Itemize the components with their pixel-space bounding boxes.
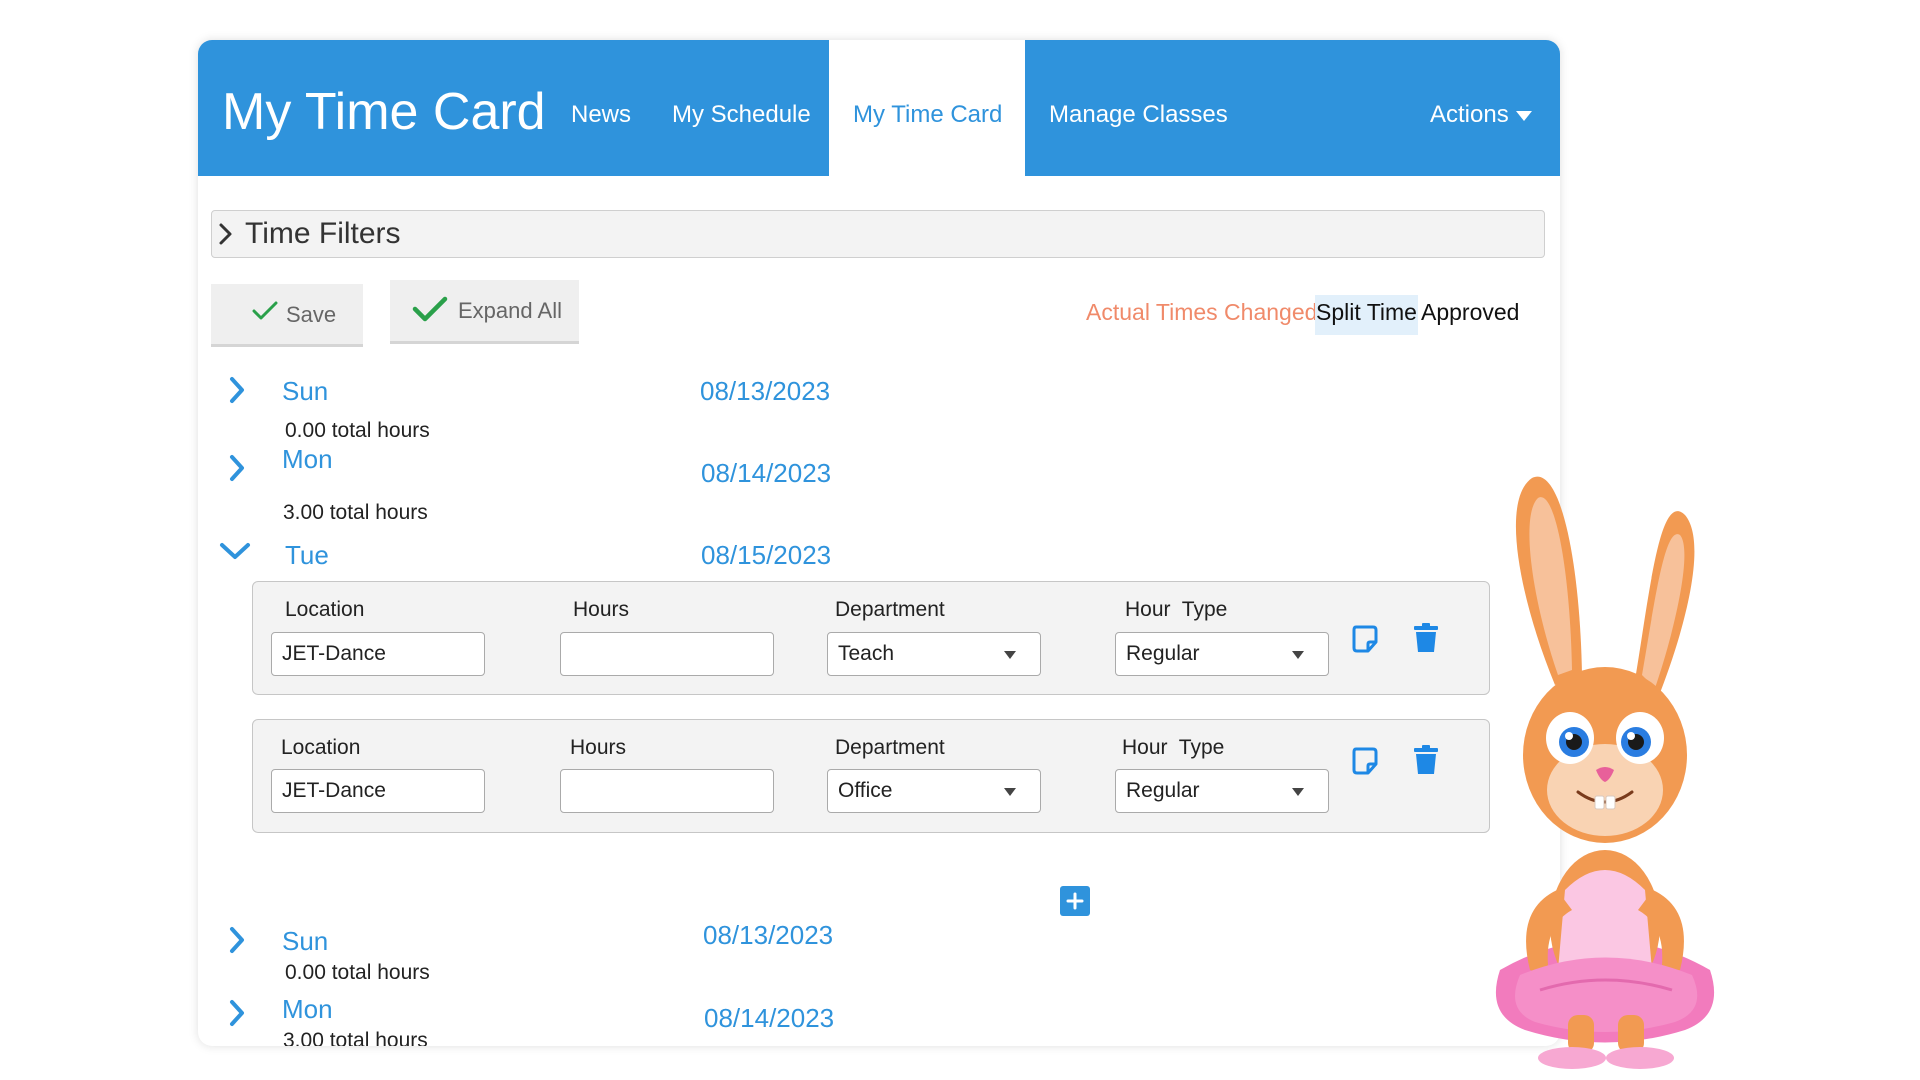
nav-news[interactable]: News — [571, 100, 631, 130]
app-header: My Time Card News My Schedule My Time Ca… — [198, 40, 1560, 176]
day-name: Mon — [282, 444, 333, 474]
check-icon — [412, 296, 448, 322]
department-label: Department — [835, 598, 945, 621]
bunny-mascot-illustration — [1495, 476, 1715, 1069]
page-title: My Time Card — [222, 83, 546, 141]
add-entry-button[interactable] — [1060, 886, 1090, 916]
hour-type-value: Regular — [1126, 642, 1200, 665]
department-value: Office — [838, 779, 893, 802]
time-entry-row: Location Hours Department Hour Type JET-… — [252, 719, 1490, 833]
legend-actual-times-changed: Actual Times Changed — [1086, 299, 1318, 325]
caret-down-icon — [1004, 651, 1016, 659]
chevron-right-icon[interactable] — [226, 998, 248, 1028]
hours-field[interactable] — [560, 769, 774, 813]
day-date: 08/14/2023 — [704, 1003, 835, 1033]
hour-type-label: Hour Type — [1125, 598, 1228, 621]
day-name: Sun — [282, 926, 329, 956]
time-filters-toggle[interactable]: Time Filters — [211, 210, 1545, 258]
location-label: Location — [285, 598, 365, 621]
day-total-hours: 0.00 total hours — [285, 419, 430, 442]
location-field[interactable]: JET-Dance — [271, 769, 485, 813]
caret-down-icon — [1515, 110, 1532, 121]
day-total-hours: 3.00 total hours — [283, 501, 428, 524]
hours-field[interactable] — [560, 632, 774, 676]
department-select[interactable]: Teach — [827, 632, 1041, 676]
plus-icon — [1066, 892, 1084, 910]
day-total-hours: 0.00 total hours — [285, 961, 430, 984]
location-label: Location — [281, 736, 361, 759]
hour-type-select[interactable]: Regular — [1115, 632, 1329, 676]
hour-type-value: Regular — [1126, 779, 1200, 802]
hour-type-label: Hour Type — [1122, 736, 1225, 759]
department-label: Department — [835, 736, 945, 759]
nav-my-time-card-label: My Time Card — [853, 101, 1003, 128]
day-date: 08/13/2023 — [700, 376, 831, 406]
day-date: 08/15/2023 — [701, 540, 832, 570]
nav-manage-classes[interactable]: Manage Classes — [1049, 100, 1228, 130]
caret-down-icon — [1292, 788, 1304, 796]
day-date: 08/14/2023 — [701, 458, 832, 488]
day-name: Mon — [282, 994, 333, 1024]
chevron-right-icon — [219, 223, 232, 245]
location-field[interactable]: JET-Dance — [271, 632, 485, 676]
legend-approved: Approved — [1421, 299, 1520, 325]
department-select[interactable]: Office — [827, 769, 1041, 813]
day-name: Tue — [285, 540, 329, 570]
trash-icon[interactable] — [1413, 744, 1439, 776]
legend-split-time: Split Time — [1315, 295, 1418, 335]
caret-down-icon — [1004, 788, 1016, 796]
save-label: Save — [286, 302, 337, 327]
chevron-down-icon[interactable] — [218, 540, 252, 562]
day-date: 08/13/2023 — [703, 920, 834, 950]
day-total-hours: 3.00 total hours — [283, 1029, 428, 1046]
time-entry-row: Location Hours Department Hour Type JET-… — [252, 581, 1490, 695]
hour-type-select[interactable]: Regular — [1115, 769, 1329, 813]
trash-icon[interactable] — [1413, 622, 1439, 654]
chevron-right-icon[interactable] — [226, 375, 248, 405]
expand-all-label: Expand All — [458, 298, 562, 323]
actions-label: Actions — [1430, 101, 1509, 128]
chevron-right-icon[interactable] — [226, 925, 248, 955]
department-value: Teach — [838, 642, 895, 665]
caret-down-icon — [1292, 651, 1304, 659]
expand-all-button[interactable]: Expand All — [390, 280, 579, 344]
hours-label: Hours — [570, 736, 627, 759]
actions-menu[interactable]: Actions — [1430, 100, 1532, 130]
time-card-window: My Time Card News My Schedule My Time Ca… — [198, 40, 1560, 1046]
chevron-right-icon[interactable] — [226, 453, 248, 483]
nav-my-time-card[interactable]: My Time Card — [829, 40, 1025, 176]
save-button[interactable]: Save — [211, 284, 363, 347]
note-icon[interactable] — [1351, 746, 1379, 776]
nav-my-schedule[interactable]: My Schedule — [672, 100, 811, 130]
hours-label: Hours — [573, 598, 630, 621]
time-filters-label: Time Filters — [245, 217, 401, 250]
note-icon[interactable] — [1351, 624, 1379, 654]
check-icon — [252, 301, 278, 320]
day-name: Sun — [282, 376, 329, 406]
